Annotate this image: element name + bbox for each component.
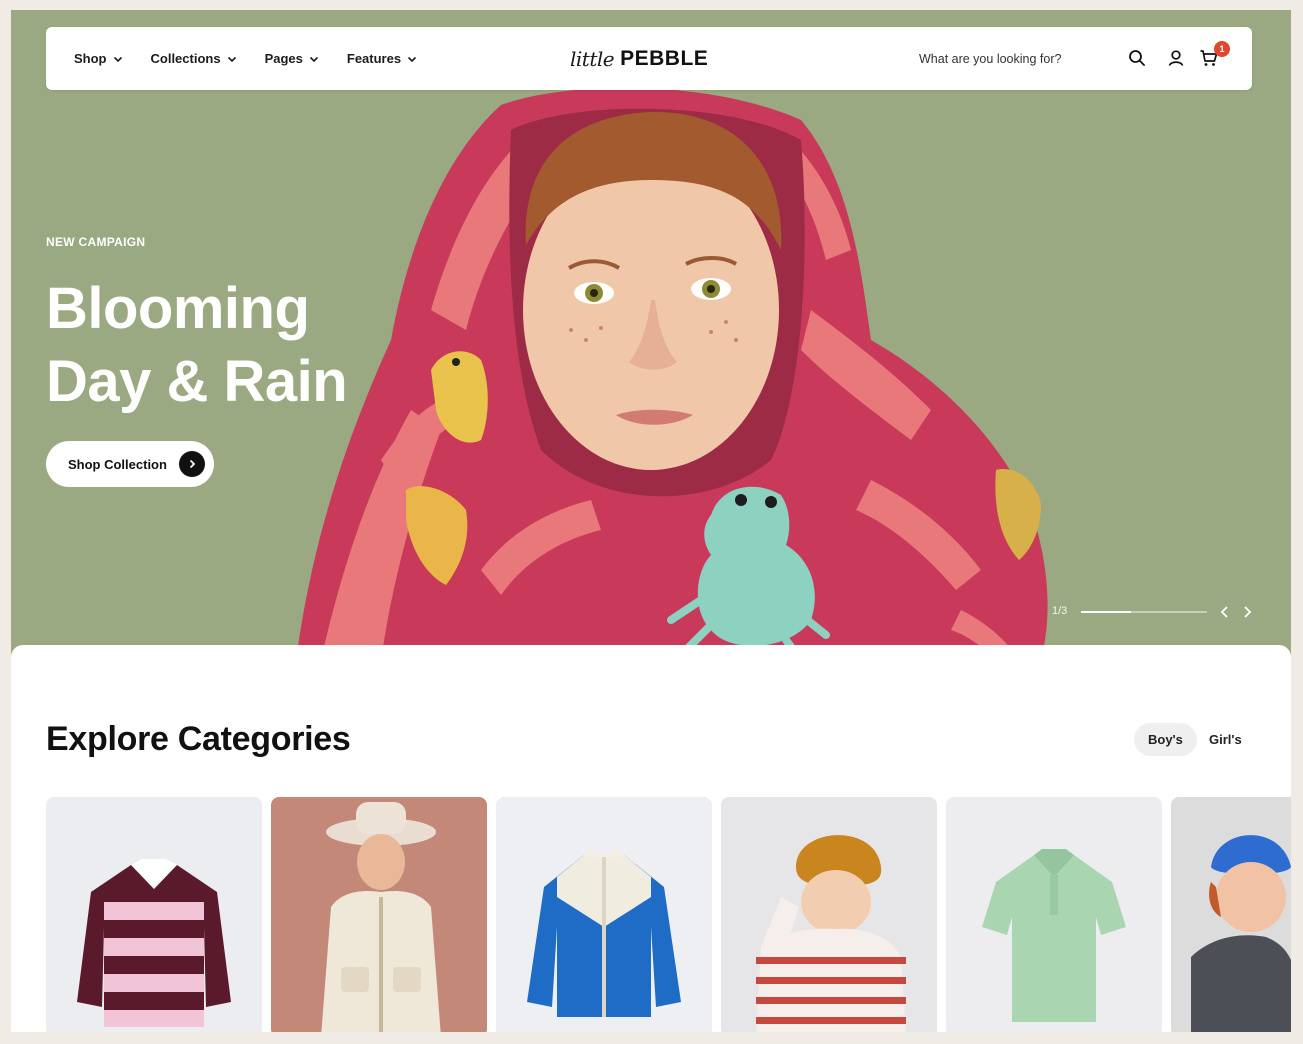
nav-label: Pages xyxy=(264,51,303,66)
chevron-down-icon xyxy=(309,56,318,62)
mint-polo-image xyxy=(946,797,1162,1032)
nav-label: Collections xyxy=(150,51,221,66)
category-card[interactable] xyxy=(496,797,712,1032)
nav-item-collections[interactable]: Collections xyxy=(151,51,237,66)
chevron-down-icon xyxy=(408,56,417,62)
boy-blue-beanie-image xyxy=(1171,797,1291,1032)
hero-headline: Blooming Day & Rain xyxy=(46,272,348,418)
chevron-down-icon xyxy=(113,56,122,62)
tab-boys[interactable]: Boy's xyxy=(1134,723,1197,756)
cart-count-badge: 1 xyxy=(1214,41,1230,57)
nav-item-shop[interactable]: Shop xyxy=(74,51,123,66)
striped-sweater-image xyxy=(46,797,262,1032)
section-title: Explore Categories xyxy=(46,720,351,758)
logo-main-text: PEBBLE xyxy=(620,46,709,70)
boy-beanie-image xyxy=(721,797,937,1032)
arrow-right-icon xyxy=(179,451,205,477)
chevron-down-icon xyxy=(227,56,236,62)
blue-jacket-image xyxy=(496,797,712,1032)
nav-item-pages[interactable]: Pages xyxy=(265,51,319,66)
user-icon[interactable] xyxy=(1166,48,1186,68)
nav-label: Shop xyxy=(74,51,107,66)
cta-label: Shop Collection xyxy=(68,456,167,472)
category-card[interactable] xyxy=(1171,797,1291,1032)
slide-progress-fill xyxy=(1081,611,1132,613)
search-input[interactable]: What are you looking for? xyxy=(919,27,1061,90)
logo-script-text: little xyxy=(570,46,615,71)
category-card[interactable] xyxy=(271,797,487,1032)
shop-collection-button[interactable]: Shop Collection xyxy=(46,441,214,487)
page-frame: Shop Collections Pages Features little P… xyxy=(11,10,1291,1032)
chevron-left-icon[interactable] xyxy=(1217,604,1233,620)
chevron-right-icon[interactable] xyxy=(1239,604,1255,620)
main-nav: Shop Collections Pages Features xyxy=(74,27,417,90)
nav-label: Features xyxy=(346,51,402,66)
boy-fleece-vest-image xyxy=(271,797,487,1032)
nav-item-features[interactable]: Features xyxy=(347,51,417,66)
search-icon[interactable] xyxy=(1127,48,1147,68)
top-navigation-bar: Shop Collections Pages Features little P… xyxy=(46,27,1252,90)
hero-banner: Shop Collections Pages Features little P… xyxy=(11,10,1291,660)
tab-girls[interactable]: Girl's xyxy=(1195,723,1256,756)
hero-headline-line2: Day & Rain xyxy=(46,349,348,414)
category-card[interactable] xyxy=(721,797,937,1032)
brand-logo[interactable]: little PEBBLE xyxy=(570,27,708,90)
hero-eyebrow: NEW CAMPAIGN xyxy=(46,235,146,249)
category-card[interactable] xyxy=(46,797,262,1032)
category-card[interactable] xyxy=(946,797,1162,1032)
hero-headline-line1: Blooming xyxy=(46,276,310,341)
slide-progress-track xyxy=(1081,611,1207,613)
slide-indicator: 1/3 xyxy=(1052,605,1068,617)
